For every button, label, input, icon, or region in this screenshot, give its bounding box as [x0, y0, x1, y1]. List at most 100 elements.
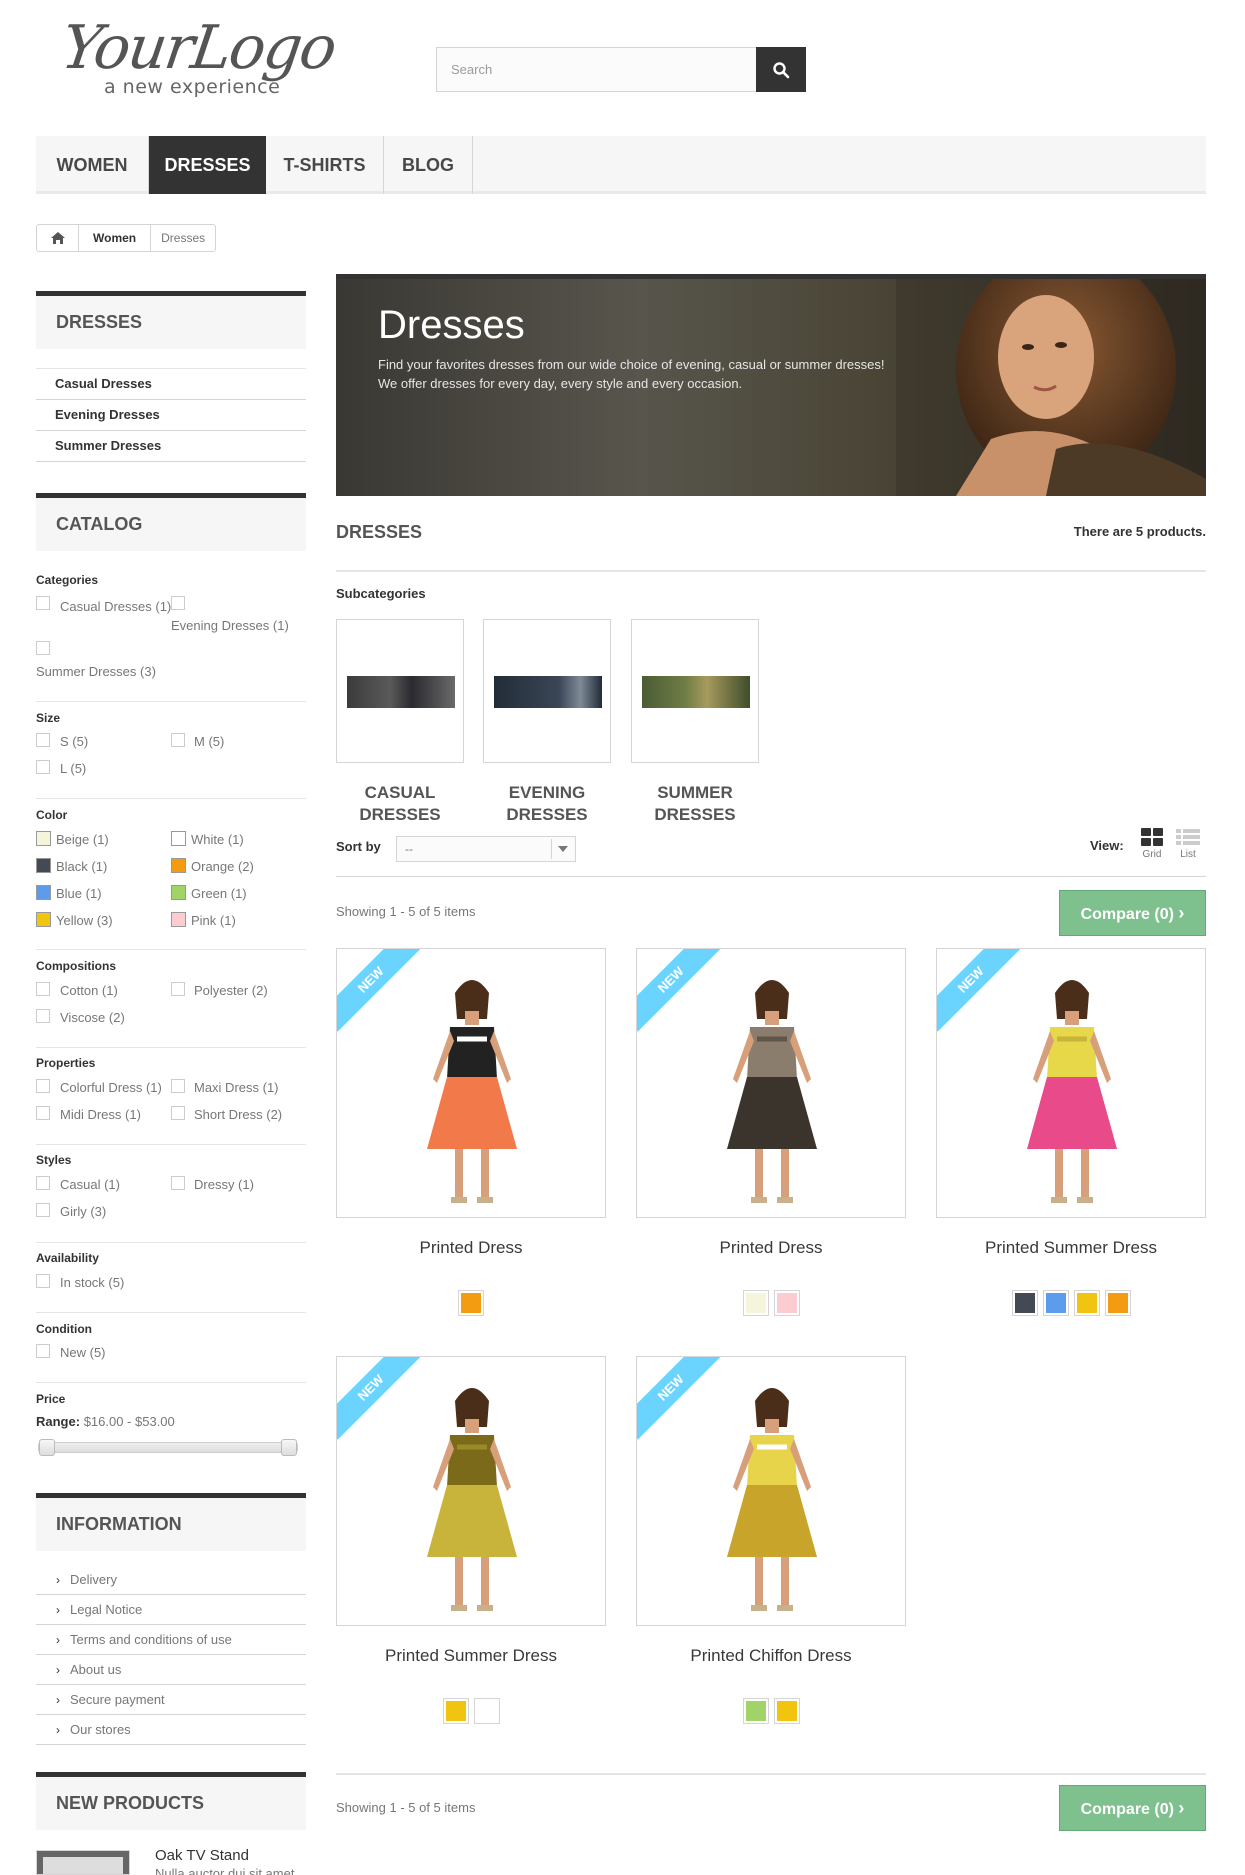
- new-product-thumbnail[interactable]: [36, 1850, 130, 1875]
- color-label-yellow: Yellow (3): [56, 913, 113, 928]
- compare-button-bottom[interactable]: Compare (0) ›: [1059, 1785, 1206, 1831]
- checkbox-polyester[interactable]: [171, 982, 185, 996]
- info-link-terms-and-conditions-of-use[interactable]: › Terms and conditions of use: [36, 1625, 306, 1655]
- color-swatch-blue[interactable]: [36, 885, 51, 900]
- color-swatch-black[interactable]: [36, 858, 51, 873]
- size-heading: Size: [36, 711, 61, 725]
- info-link-our-stores[interactable]: › Our stores: [36, 1715, 306, 1745]
- price-slider-min-handle[interactable]: [39, 1439, 55, 1456]
- compare-button-top[interactable]: Compare (0) ›: [1059, 890, 1206, 936]
- menu-item-t-shirts[interactable]: T-SHIRTS: [266, 136, 384, 194]
- grid-view-button[interactable]: Grid: [1140, 828, 1164, 860]
- product-name[interactable]: Printed Chiffon Dress: [636, 1646, 906, 1666]
- checkbox-girly[interactable]: [36, 1203, 50, 1217]
- product-color-swatch[interactable]: [773, 1290, 800, 1316]
- color-swatch-pink[interactable]: [171, 912, 186, 927]
- info-link-delivery[interactable]: › Delivery: [36, 1565, 306, 1595]
- info-link-legal-notice[interactable]: › Legal Notice: [36, 1595, 306, 1625]
- list-view-button[interactable]: List: [1176, 828, 1200, 860]
- product-name[interactable]: Printed Dress: [636, 1238, 906, 1258]
- subcategory-summer-image[interactable]: [631, 619, 759, 763]
- banner-description-line2: We offer dresses for every day, every st…: [378, 376, 743, 391]
- new-products-block-title[interactable]: NEW PRODUCTS: [36, 1772, 306, 1830]
- color-swatch-yellow[interactable]: [36, 912, 51, 927]
- product-color-swatch[interactable]: [742, 1698, 769, 1724]
- price-slider-max-handle[interactable]: [281, 1439, 297, 1456]
- subcategory-evening-image[interactable]: [483, 619, 611, 763]
- checkbox-cotton[interactable]: [36, 982, 50, 996]
- menu-item-blog[interactable]: BLOG: [384, 136, 473, 194]
- price-slider[interactable]: [38, 1439, 298, 1456]
- subcategory-casual-name[interactable]: CASUAL DRESSES: [325, 782, 475, 826]
- product-color-swatch[interactable]: [773, 1698, 800, 1724]
- checkbox-in-stock[interactable]: [36, 1274, 50, 1288]
- product-color-swatch[interactable]: [1042, 1290, 1069, 1316]
- search-input[interactable]: Search: [436, 47, 758, 92]
- checkbox-summer-dresses[interactable]: [36, 641, 50, 655]
- product-image[interactable]: New: [336, 948, 606, 1218]
- side-link-casual-dresses[interactable]: Casual Dresses: [36, 369, 306, 400]
- checkbox-size-l[interactable]: [36, 760, 50, 774]
- side-link-evening-dresses[interactable]: Evening Dresses: [36, 400, 306, 431]
- checkbox-size-m[interactable]: [171, 733, 185, 747]
- product-color-swatch[interactable]: [473, 1698, 500, 1724]
- product-image[interactable]: New: [936, 948, 1206, 1218]
- label-midi-dress: Midi Dress (1): [60, 1107, 141, 1122]
- checkbox-midi-dress[interactable]: [36, 1106, 50, 1120]
- checkbox-new[interactable]: [36, 1344, 50, 1358]
- checkbox-evening-dresses[interactable]: [171, 596, 185, 610]
- color-swatch-white[interactable]: [171, 831, 186, 846]
- product-color-swatch[interactable]: [1011, 1290, 1038, 1316]
- side-link-summer-dresses[interactable]: Summer Dresses: [36, 431, 306, 462]
- label-summer-dresses: Summer Dresses (3): [36, 664, 156, 679]
- chevron-right-icon: ›: [1178, 1798, 1185, 1818]
- color-swatch-green[interactable]: [171, 885, 186, 900]
- sort-by-value: --: [405, 842, 413, 856]
- info-link-label: Legal Notice: [70, 1602, 143, 1617]
- logo-tagline: a new experience: [104, 76, 281, 98]
- product-image[interactable]: New: [636, 948, 906, 1218]
- checkbox-short-dress[interactable]: [171, 1106, 185, 1120]
- menu-item-women[interactable]: WOMEN: [36, 136, 149, 194]
- product-name[interactable]: Printed Summer Dress: [936, 1238, 1206, 1258]
- subcategory-casual-image[interactable]: [336, 619, 464, 763]
- categories-heading: Categories: [36, 573, 99, 587]
- product-color-swatch[interactable]: [742, 1290, 769, 1316]
- search-button[interactable]: [756, 47, 806, 92]
- product-name[interactable]: Printed Summer Dress: [336, 1646, 606, 1666]
- info-link-secure-payment[interactable]: › Secure payment: [36, 1685, 306, 1715]
- subcategory-evening-name[interactable]: EVENING DRESSES: [472, 782, 622, 826]
- dresses-block-title[interactable]: DRESSES: [36, 291, 306, 349]
- color-swatch-orange[interactable]: [171, 858, 186, 873]
- color-swatch-beige[interactable]: [36, 831, 51, 846]
- label-in-stock: In stock (5): [60, 1275, 125, 1290]
- subcategory-summer-name[interactable]: SUMMER DRESSES: [620, 782, 770, 826]
- checkbox-colorful-dress[interactable]: [36, 1079, 50, 1093]
- information-block-title[interactable]: INFORMATION: [36, 1493, 306, 1551]
- breadcrumb-women[interactable]: Women: [79, 225, 152, 251]
- checkbox-casual[interactable]: [36, 1176, 50, 1190]
- checkbox-casual-dresses[interactable]: [36, 596, 50, 610]
- new-product-name[interactable]: Oak TV Stand: [155, 1847, 249, 1864]
- info-link-about-us[interactable]: › About us: [36, 1655, 306, 1685]
- chevron-down-icon: [551, 839, 573, 859]
- checkbox-maxi-dress[interactable]: [171, 1079, 185, 1093]
- checkbox-dressy[interactable]: [171, 1176, 185, 1190]
- list-icon: [1176, 829, 1200, 845]
- sort-by-select[interactable]: --: [396, 836, 576, 862]
- color-label-black: Black (1): [56, 859, 108, 874]
- product-name[interactable]: Printed Dress: [336, 1238, 606, 1258]
- chevron-right-icon: ›: [56, 1603, 60, 1617]
- product-color-swatch[interactable]: [1073, 1290, 1100, 1316]
- product-image[interactable]: New: [336, 1356, 606, 1626]
- home-icon[interactable]: [37, 225, 79, 251]
- product-color-swatch[interactable]: [442, 1698, 469, 1724]
- menu-item-dresses[interactable]: DRESSES: [149, 136, 266, 194]
- product-image[interactable]: New: [636, 1356, 906, 1626]
- product-color-swatch[interactable]: [1104, 1290, 1131, 1316]
- list-view-label: List: [1180, 849, 1196, 860]
- checkbox-size-s[interactable]: [36, 733, 50, 747]
- product-color-swatch[interactable]: [458, 1290, 484, 1316]
- checkbox-viscose[interactable]: [36, 1009, 50, 1023]
- site-logo[interactable]: YourLogo a new experience: [57, 13, 352, 102]
